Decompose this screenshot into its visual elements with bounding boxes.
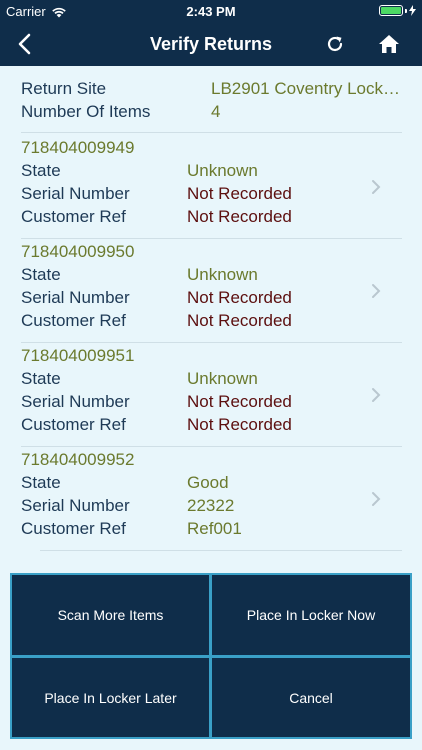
home-icon	[379, 35, 399, 53]
customer-ref-label: Customer Ref	[21, 519, 126, 538]
serial-number-label: Serial Number	[21, 496, 130, 515]
serial-number-label: Serial Number	[21, 392, 130, 411]
customer-ref-label: Customer Ref	[21, 207, 126, 226]
state-value: Unknown	[187, 161, 258, 180]
state-label: State	[21, 161, 61, 180]
navigation-bar: Verify Returns	[0, 22, 422, 66]
return-site-value: LB2901 Coventry Lock…	[211, 79, 400, 98]
serial-number-value: 22322	[187, 496, 235, 515]
customer-ref-value: Not Recorded	[187, 415, 292, 434]
serial-number-value: Not Recorded	[187, 392, 292, 411]
item-id: 718404009952	[21, 450, 135, 469]
return-site-label: Return Site	[21, 79, 107, 98]
charging-bolt-icon	[409, 5, 416, 16]
state-value: Unknown	[187, 369, 258, 388]
customer-ref-value: Not Recorded	[187, 207, 292, 226]
number-of-items-value: 4	[211, 102, 221, 121]
item-id: 718404009949	[21, 138, 135, 157]
state-label: State	[21, 369, 61, 388]
place-in-locker-later-button[interactable]: Place In Locker Later	[12, 658, 209, 737]
serial-number-value: Not Recorded	[187, 184, 292, 203]
chevron-right-icon	[369, 490, 383, 508]
item-id: 718404009950	[21, 242, 135, 261]
state-label: State	[21, 473, 61, 492]
home-button[interactable]	[375, 30, 403, 58]
divider	[21, 238, 402, 239]
serial-number-label: Serial Number	[21, 184, 130, 203]
place-in-locker-now-button[interactable]: Place In Locker Now	[212, 575, 410, 655]
status-bar: Carrier 2:43 PM	[0, 0, 422, 22]
refresh-icon	[327, 36, 343, 52]
divider	[40, 550, 402, 551]
customer-ref-value: Ref001	[187, 519, 242, 538]
chevron-right-icon	[369, 386, 383, 404]
divider	[21, 132, 402, 133]
scan-more-items-button[interactable]: Scan More Items	[12, 575, 209, 655]
refresh-button[interactable]	[321, 30, 349, 58]
customer-ref-label: Customer Ref	[21, 415, 126, 434]
state-value: Good	[187, 473, 229, 492]
customer-ref-value: Not Recorded	[187, 311, 292, 330]
serial-number-label: Serial Number	[21, 288, 130, 307]
page-title: Verify Returns	[149, 34, 273, 54]
customer-ref-label: Customer Ref	[21, 311, 126, 330]
chevron-right-icon	[369, 178, 383, 196]
state-value: Unknown	[187, 265, 258, 284]
serial-number-value: Not Recorded	[187, 288, 292, 307]
number-of-items-label: Number Of Items	[21, 102, 151, 121]
cancel-button[interactable]: Cancel	[212, 658, 410, 737]
state-label: State	[21, 265, 61, 284]
battery-icon	[379, 5, 416, 16]
chevron-right-icon	[369, 282, 383, 300]
divider	[21, 446, 402, 447]
clock: 2:43 PM	[186, 4, 236, 19]
divider	[21, 342, 402, 343]
item-id: 718404009951	[21, 346, 135, 365]
action-grid: Scan More Items Place In Locker Now Plac…	[10, 573, 412, 739]
